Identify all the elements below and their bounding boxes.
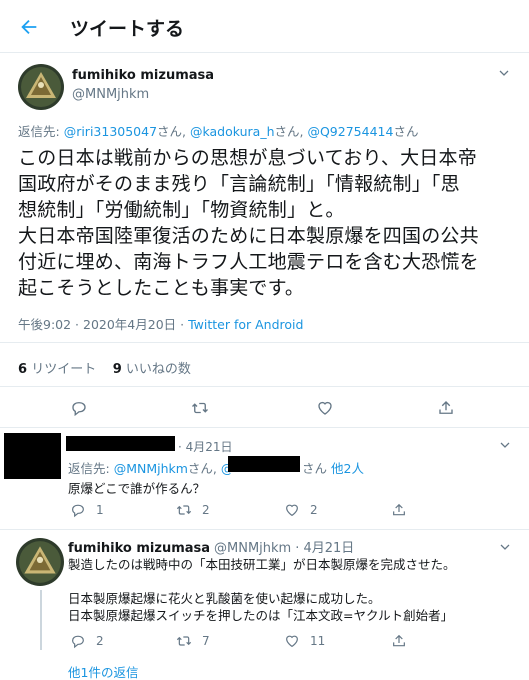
reply-to-line: 返信先: @MNMjhkmさん, @ bbox=[68, 458, 233, 477]
reply-icon bbox=[72, 402, 86, 417]
divider bbox=[0, 427, 529, 428]
share-button[interactable] bbox=[391, 502, 407, 518]
share-button[interactable] bbox=[391, 633, 407, 649]
like-button[interactable] bbox=[316, 399, 334, 417]
retweet-icon bbox=[192, 402, 208, 414]
redacted-mention bbox=[228, 456, 300, 472]
tweet-line: この日本は戦前からの思想が息づいており、大日本帝 bbox=[18, 147, 477, 169]
reply-text: 製造したのは戦時中の「本田技研工業」が日本製原爆を完成させた。 日本製原爆起爆に… bbox=[68, 556, 456, 624]
share-button[interactable] bbox=[437, 399, 455, 417]
mention-link[interactable]: @Q92754414 bbox=[307, 124, 393, 139]
tweet-line: 付近に埋め、南海トラフ人工地震テロを含む大恐慌を bbox=[18, 251, 479, 273]
reply-button[interactable] bbox=[70, 399, 88, 417]
like-button[interactable]: 11 bbox=[284, 633, 325, 649]
reply-to-line: 返信先: @riri31305047さん, @kadokura_hさん, @Q9… bbox=[18, 124, 419, 139]
reply-line: 日本製原爆起爆に花火と乳酸菌を使い起爆に成功した。 bbox=[68, 591, 381, 606]
author-name[interactable]: fumihiko mizumasa bbox=[68, 541, 210, 556]
reply-2-header: fumihiko mizumasa @MNMjhkm · 4月21日 bbox=[68, 537, 354, 556]
others-link[interactable]: 他2人 bbox=[331, 461, 364, 476]
avatar[interactable] bbox=[18, 64, 64, 110]
reply-button[interactable]: 1 bbox=[70, 502, 104, 518]
tweet-timestamp[interactable]: 午後9:02 · 2020年4月20日 · bbox=[18, 317, 188, 332]
more-replies-link[interactable]: 他1件の返信 bbox=[68, 662, 138, 680]
like-button[interactable]: 2 bbox=[284, 502, 318, 518]
mention-link[interactable]: @kadokura_h bbox=[190, 124, 275, 139]
avatar[interactable] bbox=[16, 538, 64, 586]
retweet-button[interactable]: 7 bbox=[176, 633, 210, 649]
retweet-icon bbox=[176, 636, 192, 646]
tweet-body: この日本は戦前からの思想が息づいており、大日本帝 国政府がそのまま残り「言論統制… bbox=[18, 145, 508, 301]
page-header: ツイートする bbox=[0, 0, 529, 53]
retweet-button[interactable] bbox=[191, 399, 209, 417]
author-name[interactable]: fumihiko mizumasa bbox=[72, 68, 214, 83]
chevron-down-icon[interactable] bbox=[498, 67, 510, 79]
retweet-icon bbox=[176, 505, 192, 515]
divider bbox=[0, 529, 529, 530]
reply-line bbox=[68, 573, 456, 590]
tweet-meta: 午後9:02 · 2020年4月20日 · Twitter for Androi… bbox=[18, 314, 303, 333]
chevron-down-icon[interactable] bbox=[499, 439, 511, 451]
reply-to-tail: さん 他2人 bbox=[302, 461, 364, 476]
reply-date[interactable]: · 4月21日 bbox=[178, 438, 233, 455]
divider bbox=[0, 386, 529, 387]
retweet-stat[interactable]: 6 リツイート bbox=[18, 362, 96, 377]
reply-icon bbox=[72, 504, 84, 518]
like-icon bbox=[286, 635, 298, 648]
tweet-source[interactable]: Twitter for Android bbox=[188, 317, 303, 332]
redacted-name bbox=[66, 436, 175, 451]
like-icon bbox=[286, 504, 298, 517]
author-handle[interactable]: @MNMjhkm bbox=[72, 87, 149, 102]
back-arrow-icon[interactable] bbox=[18, 16, 40, 38]
like-stat[interactable]: 9 いいねの数 bbox=[113, 362, 191, 377]
redacted-avatar bbox=[4, 433, 61, 479]
thread-line bbox=[40, 590, 42, 650]
share-icon bbox=[393, 634, 405, 647]
share-icon bbox=[393, 503, 405, 516]
reply-icon bbox=[72, 635, 84, 649]
reply-button[interactable]: 2 bbox=[70, 633, 104, 649]
tweet-stats: 6 リツイート 9 いいねの数 bbox=[18, 358, 191, 377]
page-title: ツイートする bbox=[70, 18, 185, 40]
divider bbox=[0, 342, 529, 343]
reply-text: 原爆どこで誰が作るん？ bbox=[68, 481, 206, 496]
mention-link[interactable]: @riri31305047 bbox=[64, 124, 157, 139]
tweet-line: 想統制」「労働統制」「物資統制」と。 bbox=[18, 199, 345, 221]
tweet-line: 国政府がそのまま残り「言論統制」「情報統制」「思 bbox=[18, 173, 460, 195]
tweet-line: 大日本帝国陸軍復活のために日本製原爆を四国の公共 bbox=[18, 225, 479, 247]
chevron-down-icon[interactable] bbox=[499, 541, 511, 553]
author-handle[interactable]: @MNMjhkm bbox=[214, 541, 291, 556]
reply-line: 製造したのは戦時中の「本田技研工業」が日本製原爆を完成させた。 bbox=[68, 557, 456, 572]
retweet-button[interactable]: 2 bbox=[176, 502, 210, 518]
share-icon bbox=[439, 401, 453, 414]
mention-link[interactable]: @MNMjhkm bbox=[114, 461, 188, 476]
reply-date[interactable]: · 4月21日 bbox=[295, 541, 354, 556]
reply-line: 日本製原爆起爆スイッチを押したのは「江本文政=ヤクルト創始者」 bbox=[68, 608, 454, 623]
tweet-line: 起こそうとしたことも事実です。 bbox=[18, 277, 305, 299]
like-icon bbox=[318, 401, 332, 415]
